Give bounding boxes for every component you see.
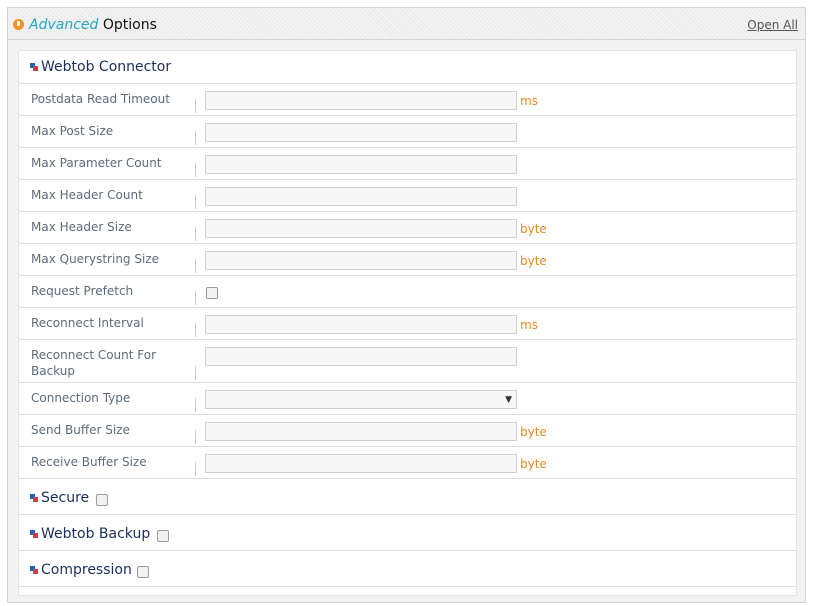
field-row-reconnect-interval: Reconnect Interval ms [19, 308, 796, 340]
section-webtob-connector[interactable]: Webtob Connector [19, 51, 796, 84]
field-unit: byte [520, 457, 547, 471]
section-title-compression: Compression [41, 562, 132, 578]
field-row-max-header-size: Max Header Size byte [19, 212, 796, 244]
field-label: Reconnect Interval [31, 316, 144, 330]
section-bullet-icon [30, 494, 38, 502]
field-row-connection-type: Connection Type ▼ [19, 383, 796, 415]
field-divider [195, 462, 196, 476]
field-divider [195, 195, 196, 209]
panel-header: Advanced Options Open All [8, 8, 805, 40]
postdata-read-timeout-input[interactable] [205, 91, 517, 110]
max-header-size-input[interactable] [205, 219, 517, 238]
field-row-postdata-read-timeout: Postdata Read Timeout ms [19, 84, 796, 116]
field-unit: ms [520, 318, 538, 332]
field-divider [195, 291, 196, 305]
field-label: Reconnect Count For Backup [31, 348, 157, 378]
request-prefetch-checkbox[interactable] [206, 287, 218, 299]
send-buffer-size-input[interactable] [205, 422, 517, 441]
section-webtob-backup: Webtob Backup [19, 515, 796, 551]
field-unit: byte [520, 254, 547, 268]
field-divider [195, 99, 196, 113]
field-unit: byte [520, 425, 547, 439]
field-label: Send Buffer Size [31, 423, 130, 437]
field-row-send-buffer-size: Send Buffer Size byte [19, 415, 796, 447]
field-divider [195, 259, 196, 273]
section-secure: Secure [19, 479, 796, 515]
section-title-webtob-connector: Webtob Connector [41, 59, 172, 75]
section-compression: Compression [19, 551, 796, 587]
field-row-max-header-count: Max Header Count [19, 180, 796, 212]
panel-title: Advanced Options [29, 16, 157, 34]
panel-title-italic: Advanced [29, 17, 99, 33]
field-label: Max Querystring Size [31, 252, 159, 266]
webtob-backup-checkbox[interactable] [157, 530, 169, 542]
field-divider [195, 398, 196, 412]
field-row-max-querystring-size: Max Querystring Size byte [19, 244, 796, 276]
info-icon [13, 19, 24, 30]
max-header-count-input[interactable] [205, 187, 517, 206]
section-bullet-icon [30, 63, 38, 71]
section-bullet-icon [30, 530, 38, 538]
reconnect-interval-input[interactable] [205, 315, 517, 334]
field-label: Postdata Read Timeout [31, 92, 170, 106]
max-parameter-count-input[interactable] [205, 155, 517, 174]
field-row-request-prefetch: Request Prefetch [19, 276, 796, 308]
connection-type-select[interactable]: ▼ [205, 390, 517, 409]
field-divider [195, 430, 196, 444]
chevron-down-icon: ▼ [505, 395, 512, 405]
field-label: Max Header Size [31, 220, 132, 234]
panel-content: Webtob Connector Postdata Read Timeout m… [18, 50, 797, 596]
field-row-receive-buffer-size: Receive Buffer Size byte [19, 447, 796, 479]
field-divider [195, 131, 196, 145]
section-title-webtob-backup: Webtob Backup [41, 526, 151, 542]
field-label: Max Parameter Count [31, 156, 162, 170]
field-unit: byte [520, 222, 547, 236]
field-label: Max Post Size [31, 124, 114, 138]
field-divider [195, 323, 196, 337]
field-unit: ms [520, 94, 538, 108]
field-label: Receive Buffer Size [31, 455, 147, 469]
field-label: Connection Type [31, 391, 131, 405]
max-post-size-input[interactable] [205, 123, 517, 142]
reconnect-count-for-backup-input[interactable] [205, 347, 517, 366]
field-row-reconnect-count-for-backup: Reconnect Count For Backup [19, 340, 796, 383]
max-querystring-size-input[interactable] [205, 251, 517, 270]
field-label: Request Prefetch [31, 284, 134, 298]
field-divider [195, 366, 196, 380]
field-divider [195, 163, 196, 177]
open-all-link[interactable]: Open All [747, 18, 798, 32]
compression-checkbox[interactable] [137, 566, 149, 578]
field-divider [195, 227, 196, 241]
field-row-max-parameter-count: Max Parameter Count [19, 148, 796, 180]
panel-title-rest: Options [98, 17, 157, 33]
receive-buffer-size-input[interactable] [205, 454, 517, 473]
section-bullet-icon [30, 566, 38, 574]
secure-checkbox[interactable] [96, 494, 108, 506]
section-title-secure: Secure [41, 490, 90, 506]
field-row-max-post-size: Max Post Size [19, 116, 796, 148]
advanced-options-panel: Advanced Options Open All Webtob Connect… [7, 7, 806, 603]
field-label: Max Header Count [31, 188, 143, 202]
